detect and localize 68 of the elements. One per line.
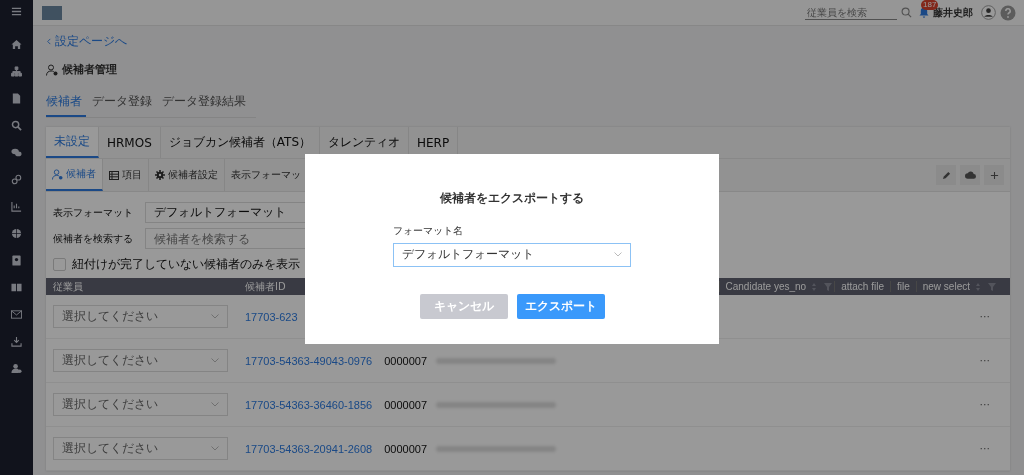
pencil-icon bbox=[941, 170, 951, 180]
export-button[interactable]: エクスポート bbox=[516, 293, 605, 319]
format-name-select[interactable]: デフォルトフォーマット bbox=[393, 242, 631, 267]
chevron-down-icon bbox=[211, 446, 219, 451]
search-icon[interactable] bbox=[901, 7, 912, 18]
cloud-button[interactable] bbox=[960, 165, 980, 185]
column-header: 従業員 bbox=[52, 279, 84, 294]
column-header: 候補者ID bbox=[245, 279, 287, 294]
row-actions[interactable]: ··· bbox=[979, 442, 1010, 455]
search-label: 候補者を検索する bbox=[53, 231, 134, 246]
book-icon[interactable] bbox=[11, 282, 22, 293]
logo-photo-placeholder bbox=[42, 5, 62, 20]
candidate-id-link[interactable]: 17703-54363-20941-2608 bbox=[245, 442, 385, 455]
table-icon bbox=[109, 170, 119, 180]
globe-icon[interactable] bbox=[11, 228, 22, 239]
table-cell-text: 0000007 bbox=[384, 398, 429, 411]
home-icon[interactable] bbox=[11, 39, 22, 50]
menu-icon[interactable] bbox=[11, 6, 22, 17]
chat-icon[interactable] bbox=[11, 147, 22, 158]
link-icon[interactable] bbox=[11, 174, 22, 185]
search-icon[interactable] bbox=[11, 120, 22, 131]
chevron-down-icon bbox=[211, 358, 219, 363]
download-icon[interactable] bbox=[11, 336, 22, 347]
page-tab[interactable]: 候補者 bbox=[46, 90, 86, 117]
employee-select[interactable]: 選択してください bbox=[53, 305, 228, 328]
chevron-down-icon bbox=[614, 252, 622, 257]
edit-button[interactable] bbox=[936, 165, 956, 185]
chevron-down-icon bbox=[211, 314, 219, 319]
checkbox-label: 紐付けが完了していない候補者のみを表示 bbox=[72, 256, 300, 273]
page-title: 候補者管理 bbox=[62, 62, 117, 77]
chart-icon[interactable] bbox=[11, 201, 22, 212]
page-tab[interactable]: データ登録結果 bbox=[162, 90, 250, 117]
column-header: attach file bbox=[834, 281, 890, 292]
table-cell-text: 0000007 bbox=[384, 354, 429, 367]
file-icon[interactable] bbox=[11, 93, 22, 104]
employee-select[interactable]: 選択してください bbox=[53, 393, 228, 416]
checkbox[interactable] bbox=[53, 258, 66, 271]
employee-search-field[interactable]: 従業員を検索 bbox=[805, 5, 897, 20]
bell-icon[interactable] bbox=[919, 7, 929, 18]
chevron-left-icon bbox=[46, 38, 52, 45]
field-label: フォーマット名 bbox=[393, 223, 464, 238]
plus-icon bbox=[989, 170, 999, 180]
person-icon bbox=[52, 168, 63, 180]
format-label: 表示フォーマット bbox=[53, 205, 134, 220]
page-tab[interactable]: データ登録 bbox=[92, 90, 156, 117]
user-avatar-icon[interactable] bbox=[981, 5, 996, 20]
person-icon bbox=[46, 63, 58, 76]
row-actions[interactable]: ··· bbox=[979, 354, 1010, 367]
candidate-id-link[interactable]: 17703-54363-49043-0976 bbox=[245, 354, 385, 367]
user-gear-icon[interactable] bbox=[11, 363, 22, 374]
view-tab[interactable]: 候補者 bbox=[46, 159, 103, 191]
add-button[interactable] bbox=[984, 165, 1004, 185]
sitemap-icon[interactable] bbox=[11, 66, 22, 77]
candidate-id-link[interactable]: 17703-54363-36460-1856 bbox=[245, 398, 385, 411]
row-actions[interactable]: ··· bbox=[979, 398, 1010, 411]
employee-select[interactable]: 選択してください bbox=[53, 437, 228, 460]
gear-icon bbox=[155, 170, 165, 180]
integration-tab[interactable]: 未設定 bbox=[46, 127, 99, 158]
cloud-icon bbox=[964, 171, 976, 179]
chevron-down-icon bbox=[211, 402, 219, 407]
employee-select[interactable]: 選択してください bbox=[53, 349, 228, 372]
mail-icon[interactable] bbox=[11, 309, 22, 320]
dialog-title: 候補者をエクスポートする bbox=[440, 189, 584, 207]
row-actions[interactable]: ··· bbox=[979, 310, 1010, 323]
column-header: file bbox=[889, 281, 916, 292]
back-to-settings-link[interactable]: 設定ページへ bbox=[46, 33, 1010, 50]
table-cell-text: 0000007 bbox=[384, 442, 429, 455]
contact-icon[interactable] bbox=[11, 255, 22, 266]
